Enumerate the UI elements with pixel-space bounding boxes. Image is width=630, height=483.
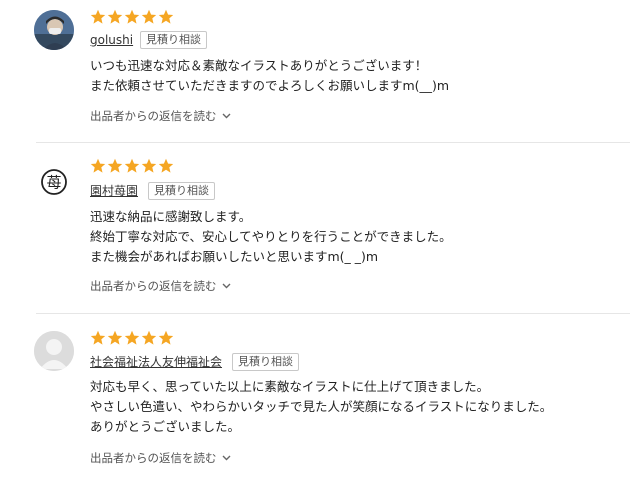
star-icon bbox=[107, 9, 123, 24]
star-icon bbox=[90, 330, 106, 345]
star-icon bbox=[124, 158, 140, 173]
read-seller-reply-toggle[interactable]: 出品者からの返信を読む bbox=[90, 108, 231, 124]
comment-line: 迅速な納品に感謝致します。 bbox=[90, 209, 252, 224]
default-user-icon bbox=[34, 331, 74, 371]
rating-stars bbox=[90, 158, 174, 174]
chevron-down-icon bbox=[222, 113, 230, 119]
divider bbox=[36, 313, 630, 314]
star-icon bbox=[141, 158, 157, 173]
reply-toggle-label: 出品者からの返信を読む bbox=[90, 279, 217, 293]
avatar-kanji: 苺 bbox=[46, 174, 61, 192]
divider bbox=[36, 142, 630, 143]
reply-toggle-label: 出品者からの返信を読む bbox=[90, 109, 217, 123]
reviewer-name-link[interactable]: golushi bbox=[90, 32, 133, 48]
service-type-tag: 見積り相談 bbox=[140, 31, 207, 49]
kanji-avatar-icon: 苺 bbox=[41, 169, 67, 195]
rating-stars bbox=[90, 9, 174, 25]
rating-stars bbox=[90, 330, 174, 346]
star-icon bbox=[107, 158, 123, 173]
review-item: 苺 園村苺園 見積り相談 迅速な納品に感謝致します。 終始丁寧な対応で、安心して… bbox=[0, 144, 630, 314]
star-icon bbox=[158, 158, 174, 173]
service-type-tag: 見積り相談 bbox=[232, 353, 299, 371]
reviewer-avatar[interactable] bbox=[34, 10, 74, 50]
star-icon bbox=[158, 9, 174, 24]
service-type-tag: 見積り相談 bbox=[148, 182, 215, 200]
reply-toggle-label: 出品者からの返信を読む bbox=[90, 451, 217, 465]
reviewer-avatar[interactable]: 苺 bbox=[34, 162, 74, 202]
read-seller-reply-toggle[interactable]: 出品者からの返信を読む bbox=[90, 450, 231, 466]
star-icon bbox=[158, 330, 174, 345]
chevron-down-icon bbox=[222, 455, 230, 461]
review-item: golushi 見積り相談 いつも迅速な対応＆素敵なイラストありがとうございます… bbox=[0, 0, 630, 143]
review-comment: いつも迅速な対応＆素敵なイラストありがとうございます！ また依頼させていただきま… bbox=[90, 56, 449, 96]
star-icon bbox=[141, 9, 157, 24]
comment-line: 対応も早く、思っていた以上に素敵なイラストに仕上げて頂きました。 bbox=[90, 379, 490, 394]
comment-line: また機会があればお願いしたいと思いますm(_ _)m bbox=[90, 249, 379, 264]
star-icon bbox=[124, 330, 140, 345]
comment-line: やさしい色遣い、やわらかいタッチで見た人が笑顔になるイラストになりました。 bbox=[90, 399, 553, 414]
comment-line: また依頼させていただきますのでよろしくお願いしますm(__)m bbox=[90, 78, 450, 93]
photo-avatar-icon bbox=[34, 10, 74, 50]
comment-line: 終始丁寧な対応で、安心してやりとりを行うことができました。 bbox=[90, 229, 452, 244]
read-seller-reply-toggle[interactable]: 出品者からの返信を読む bbox=[90, 278, 231, 294]
reviewer-avatar[interactable] bbox=[34, 331, 74, 371]
comment-line: いつも迅速な対応＆素敵なイラストありがとうございます！ bbox=[90, 58, 428, 73]
star-icon bbox=[90, 9, 106, 24]
reviewer-name-link[interactable]: 園村苺園 bbox=[90, 183, 138, 199]
star-icon bbox=[124, 9, 140, 24]
chevron-down-icon bbox=[222, 283, 230, 289]
review-comment: 対応も早く、思っていた以上に素敵なイラストに仕上げて頂きました。 やさしい色遣い… bbox=[90, 377, 552, 437]
comment-line: ありがとうございました。 bbox=[90, 419, 241, 434]
reviewer-name-link[interactable]: 社会福祉法人友伸福祉会 bbox=[90, 354, 222, 370]
review-comment: 迅速な納品に感謝致します。 終始丁寧な対応で、安心してやりとりを行うことができま… bbox=[90, 207, 452, 267]
star-icon bbox=[107, 330, 123, 345]
review-item: 社会福祉法人友伸福祉会 見積り相談 対応も早く、思っていた以上に素敵なイラストに… bbox=[0, 315, 630, 483]
star-icon bbox=[90, 158, 106, 173]
star-icon bbox=[141, 330, 157, 345]
